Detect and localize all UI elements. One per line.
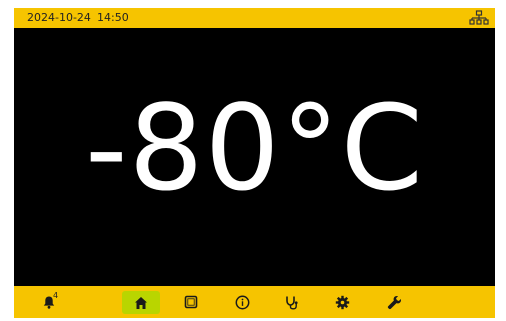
info-icon: [235, 295, 249, 309]
device-screen: 2024-10-24 14:50 -80°C 4: [14, 8, 495, 318]
stethoscope-icon: [285, 296, 298, 310]
nav-bar: 4: [14, 286, 495, 318]
settings-button[interactable]: [323, 286, 361, 318]
tools-button[interactable]: [375, 286, 413, 318]
network-icon: [469, 10, 489, 26]
alarm-count-badge: 4: [53, 291, 59, 300]
wrench-icon: [387, 295, 401, 309]
gear-icon: [335, 295, 349, 309]
status-bar: 2024-10-24 14:50: [14, 8, 495, 28]
temperature-readout: -80°C: [84, 79, 425, 217]
service-button[interactable]: [272, 286, 310, 318]
temperature-display: -80°C: [14, 28, 495, 286]
status-time: 14:50: [97, 11, 129, 24]
info-button[interactable]: [223, 286, 261, 318]
home-button[interactable]: [122, 291, 160, 314]
display-button[interactable]: [172, 286, 210, 318]
status-date: 2024-10-24: [27, 11, 91, 24]
square-icon: [184, 295, 198, 309]
home-icon: [135, 296, 147, 309]
alarm-button[interactable]: 4: [30, 286, 68, 318]
